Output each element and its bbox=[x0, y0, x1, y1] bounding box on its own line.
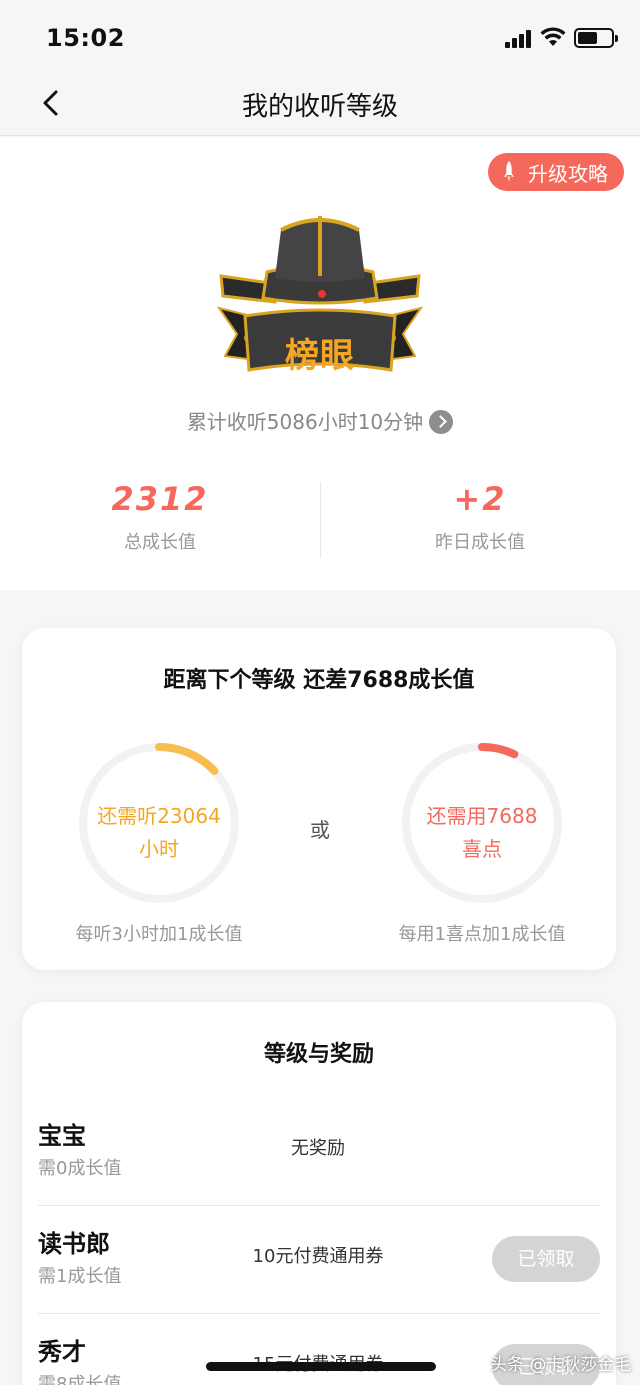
yesterday-growth-stat: +2 昨日成长值 bbox=[320, 480, 640, 554]
total-growth-label: 总成长值 bbox=[124, 532, 196, 553]
level-requirement: 需0成长值 bbox=[38, 1158, 122, 1179]
xidian-remaining: 还需用7688 喜点 bbox=[399, 800, 565, 866]
level-name: 读书郎 bbox=[38, 1230, 110, 1258]
upgrade-guide-label: 升级攻略 bbox=[528, 161, 608, 186]
listen-caption: 每听3小时加1成长值 bbox=[75, 924, 243, 945]
rewards-title: 等级与奖励 bbox=[263, 1042, 374, 1067]
wifi-icon bbox=[540, 27, 566, 46]
listen-remaining-line1: 还需听23064 bbox=[97, 804, 221, 828]
status-bar: 15:02 bbox=[0, 0, 640, 72]
status-time: 15:02 bbox=[46, 24, 125, 52]
claimed-button[interactable]: 已领取 bbox=[492, 1236, 600, 1282]
home-indicator[interactable] bbox=[206, 1362, 436, 1371]
watermark: 头条 @卡秋莎金毛 bbox=[490, 1355, 632, 1375]
level-row: 读书郎 需1成长值 10元付费通用券 已领取 bbox=[38, 1206, 600, 1314]
upgrade-guide-button[interactable]: 升级攻略 bbox=[488, 153, 624, 191]
level-requirement: 需8成长值 bbox=[38, 1374, 122, 1385]
total-growth-value: 2312 bbox=[111, 480, 209, 518]
yesterday-growth-label: 昨日成长值 bbox=[435, 532, 525, 553]
listen-total-link[interactable]: 累计收听5086小时10分钟 bbox=[0, 406, 640, 435]
level-row: 宝宝 需0成长值 无奖励 bbox=[38, 1098, 600, 1206]
level-rewards-card: 等级与奖励 宝宝 需0成长值 无奖励 读书郎 需1成长值 10元付费通用券 已领… bbox=[22, 1002, 616, 1385]
level-reward: 无奖励 bbox=[291, 1138, 345, 1159]
yesterday-growth-value: +2 bbox=[453, 480, 507, 518]
listen-remaining-line2: 小时 bbox=[139, 837, 179, 861]
battery-icon bbox=[574, 28, 618, 48]
total-growth-stat: 2312 总成长值 bbox=[0, 480, 320, 554]
next-level-card: 距离下个等级 还差7688成长值 还需听23064 小时 或 还需用7688 喜… bbox=[22, 628, 616, 970]
xidian-caption: 每用1喜点加1成长值 bbox=[398, 924, 566, 945]
next-level-title: 距离下个等级 还差7688成长值 bbox=[163, 668, 475, 693]
chevron-right-icon bbox=[429, 410, 454, 434]
level-reward: 10元付费通用券 bbox=[252, 1246, 384, 1267]
xidian-remaining-line1: 还需用7688 bbox=[426, 804, 538, 828]
level-requirement: 需1成长值 bbox=[38, 1266, 122, 1287]
level-name: 秀才 bbox=[38, 1338, 86, 1366]
badge-level-name: 榜眼 bbox=[285, 336, 355, 376]
or-separator: 或 bbox=[310, 818, 330, 842]
page-title: 我的收听等级 bbox=[241, 92, 398, 122]
listen-total-text: 累计收听5086小时10分钟 bbox=[186, 410, 424, 434]
cellular-signal-icon bbox=[505, 30, 535, 48]
level-name: 宝宝 bbox=[38, 1122, 86, 1150]
listen-remaining: 还需听23064 小时 bbox=[76, 800, 242, 866]
xidian-remaining-line2: 喜点 bbox=[462, 837, 502, 861]
nav-bar: 我的收听等级 bbox=[0, 72, 640, 136]
rocket-icon bbox=[504, 161, 514, 182]
